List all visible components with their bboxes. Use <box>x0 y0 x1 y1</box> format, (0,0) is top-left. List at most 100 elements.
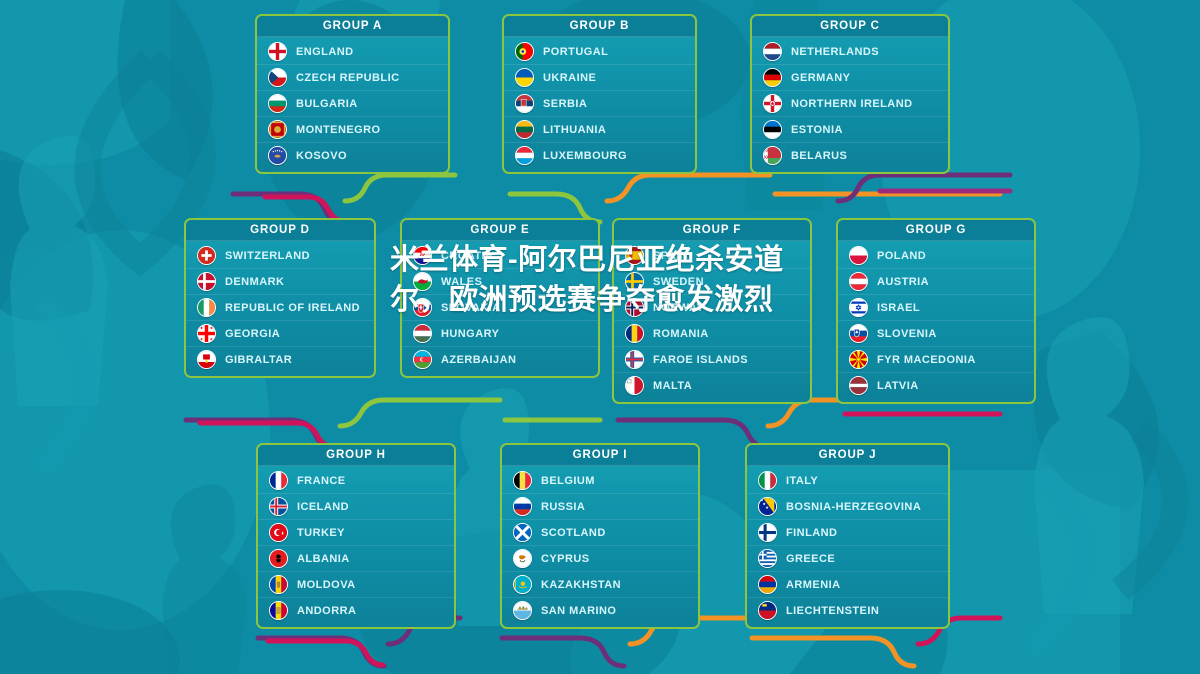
team-row[interactable]: FINLAND <box>747 520 948 546</box>
team-name: ENGLAND <box>296 45 354 58</box>
team-name: ANDORRA <box>297 604 357 617</box>
team-list: POLAND AUSTRIA ISRAEL SLOVENIA FYR MACEDONIA… <box>838 241 1034 402</box>
team-row[interactable]: AUSTRIA <box>838 269 1034 295</box>
team-row[interactable]: ISRAEL <box>838 295 1034 321</box>
team-row[interactable]: BELGIUM <box>502 468 698 494</box>
team-row[interactable]: NETHERLANDS <box>752 39 948 65</box>
team-row[interactable]: TURKEY <box>258 520 454 546</box>
flag-icon-belarus <box>763 146 782 165</box>
flag-icon-israel <box>849 298 868 317</box>
team-row[interactable]: ESTONIA <box>752 117 948 143</box>
team-row[interactable]: POLAND <box>838 243 1034 269</box>
group-title: GROUP C <box>752 16 948 37</box>
flag-icon-armenia <box>758 575 777 594</box>
group-card-d: GROUP D SWITZERLAND DENMARK REPUBLIC OF IRE… <box>184 218 376 378</box>
team-name: HUNGARY <box>441 327 500 340</box>
team-row[interactable]: ENGLAND <box>257 39 448 65</box>
flag-icon-bulgaria <box>268 94 287 113</box>
team-row[interactable]: BOSNIA-HERZEGOVINA <box>747 494 948 520</box>
team-row[interactable]: UKRAINE <box>504 65 695 91</box>
team-name: NETHERLANDS <box>791 45 880 58</box>
team-name: LIECHTENSTEIN <box>786 604 880 617</box>
team-row[interactable]: SERBIA <box>504 91 695 117</box>
team-name: RUSSIA <box>541 500 586 513</box>
team-row[interactable]: ARMENIA <box>747 572 948 598</box>
team-name: KOSOVO <box>296 149 347 162</box>
team-row[interactable]: SLOVENIA <box>838 321 1034 347</box>
team-row[interactable]: DENMARK <box>186 269 374 295</box>
group-card-i: GROUP I BELGIUM RUSSIA SCOTLAND CYPRUS KAZAKH… <box>500 443 700 629</box>
flag-icon-azerbaijan <box>413 350 432 369</box>
team-name: AZERBAIJAN <box>441 353 517 366</box>
team-row[interactable]: SWITZERLAND <box>186 243 374 269</box>
team-row[interactable]: HUNGARY <box>402 321 598 347</box>
team-row[interactable]: ICELAND <box>258 494 454 520</box>
flag-icon-austria <box>849 272 868 291</box>
team-row[interactable]: GREECE <box>747 546 948 572</box>
flag-icon-russia <box>513 497 532 516</box>
team-name: BOSNIA-HERZEGOVINA <box>786 500 922 513</box>
team-row[interactable]: FYR MACEDONIA <box>838 347 1034 373</box>
team-name: LITHUANIA <box>543 123 607 136</box>
team-row[interactable]: FAROE ISLANDS <box>614 347 810 373</box>
team-row[interactable]: LUXEMBOURG <box>504 143 695 168</box>
group-title: GROUP J <box>747 445 948 466</box>
team-row[interactable]: LIECHTENSTEIN <box>747 598 948 623</box>
flag-icon-kazakhstan <box>513 575 532 594</box>
team-row[interactable]: AZERBAIJAN <box>402 347 598 372</box>
group-title: GROUP H <box>258 445 454 466</box>
team-name: TURKEY <box>297 526 345 539</box>
team-row[interactable]: CYPRUS <box>502 546 698 572</box>
team-row[interactable]: BULGARIA <box>257 91 448 117</box>
flag-icon-slovenia <box>849 324 868 343</box>
team-row[interactable]: ANDORRA <box>258 598 454 623</box>
team-row[interactable]: KAZAKHSTAN <box>502 572 698 598</box>
team-name: MOLDOVA <box>297 578 356 591</box>
team-row[interactable]: SCOTLAND <box>502 520 698 546</box>
team-name: SCOTLAND <box>541 526 606 539</box>
team-row[interactable]: GIBRALTAR <box>186 347 374 372</box>
team-row[interactable]: SAN MARINO <box>502 598 698 623</box>
team-row[interactable]: RUSSIA <box>502 494 698 520</box>
flag-icon-gibraltar <box>197 350 216 369</box>
flag-icon-georgia <box>197 324 216 343</box>
flag-icon-moldova <box>269 575 288 594</box>
team-row[interactable]: CZECH REPUBLIC <box>257 65 448 91</box>
team-row[interactable]: MONTENEGRO <box>257 117 448 143</box>
team-row[interactable]: GEORGIA <box>186 321 374 347</box>
team-row[interactable]: ALBANIA <box>258 546 454 572</box>
team-row[interactable]: FRANCE <box>258 468 454 494</box>
team-row[interactable]: ITALY <box>747 468 948 494</box>
team-row[interactable]: LATVIA <box>838 373 1034 398</box>
flag-icon-serbia <box>515 94 534 113</box>
team-row[interactable]: BELARUS <box>752 143 948 168</box>
flag-icon-malta <box>625 376 644 395</box>
flag-icon-germany <box>763 68 782 87</box>
flag-icon-netherlands <box>763 42 782 61</box>
flag-icon-romania <box>625 324 644 343</box>
team-name: SWITZERLAND <box>225 249 310 262</box>
team-name: FRANCE <box>297 474 346 487</box>
overlay-headline: 米兰体育-阿尔巴尼亚绝杀安道尔，欧洲预选赛争夺愈发激烈 <box>390 244 784 316</box>
flag-icon-scotland <box>513 523 532 542</box>
team-row[interactable]: ROMANIA <box>614 321 810 347</box>
team-row[interactable]: GERMANY <box>752 65 948 91</box>
flag-icon-england <box>268 42 287 61</box>
team-name: ESTONIA <box>791 123 843 136</box>
team-row[interactable]: PORTUGAL <box>504 39 695 65</box>
team-row[interactable]: KOSOVO <box>257 143 448 168</box>
flag-icon-fyr-macedonia <box>849 350 868 369</box>
flag-icon-montenegro <box>268 120 287 139</box>
team-row[interactable]: LITHUANIA <box>504 117 695 143</box>
team-row[interactable]: MALTA <box>614 373 810 398</box>
team-list: SWITZERLAND DENMARK REPUBLIC OF IRELAND GEO… <box>186 241 374 376</box>
team-row[interactable]: MOLDOVA <box>258 572 454 598</box>
group-title: GROUP A <box>257 16 448 37</box>
team-name: NORTHERN IRELAND <box>791 97 913 110</box>
team-name: UKRAINE <box>543 71 597 84</box>
team-row[interactable]: NORTHERN IRELAND <box>752 91 948 117</box>
team-list: FRANCE ICELAND TURKEY ALBANIA MOLDOVA ANDORRA <box>258 466 454 627</box>
group-card-c: GROUP C NETHERLANDS GERMANY NORTHERN IRELAN… <box>750 14 950 174</box>
flag-icon-czech-republic <box>268 68 287 87</box>
team-row[interactable]: REPUBLIC OF IRELAND <box>186 295 374 321</box>
